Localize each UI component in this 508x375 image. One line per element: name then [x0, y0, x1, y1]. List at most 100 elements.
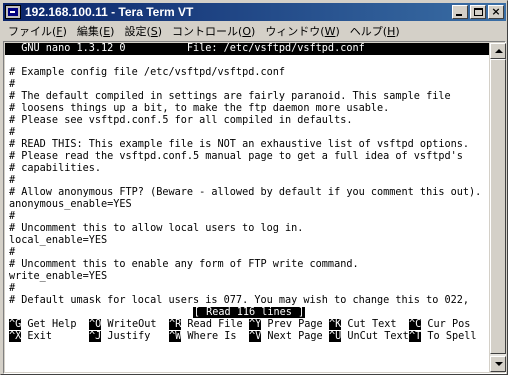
menu-window[interactable]: ウィンドウ(W) [260, 23, 344, 39]
teraterm-window: 192.168.100.11 - Tera Term VT × ファイル(F) … [0, 0, 508, 375]
shortcut-item: ^X Exit [9, 331, 89, 343]
shortcut-key: ^W [169, 331, 182, 342]
teraterm-app-icon[interactable] [5, 5, 21, 19]
scrollbar-thumb[interactable] [490, 59, 506, 354]
file-line [5, 55, 489, 67]
file-line: # Uncomment this to enable any form of F… [9, 259, 359, 270]
shortcut-key: ^T [409, 331, 422, 342]
shortcut-label: Where Is [181, 331, 237, 342]
menu-help[interactable]: ヘルプ(H) [345, 23, 405, 39]
shortcut-item: ^O WriteOut [89, 319, 169, 331]
shortcut-key: ^U [329, 331, 342, 342]
scroll-up-button[interactable] [490, 43, 506, 59]
vertical-scrollbar[interactable] [490, 43, 506, 372]
window-title: 192.168.100.11 - Tera Term VT [25, 5, 194, 19]
shortcut-label: Justify [101, 331, 151, 342]
close-button[interactable]: × [488, 5, 504, 19]
file-line: write_enable=YES [9, 271, 108, 282]
menu-control-label: コントロール( [172, 25, 243, 38]
shortcut-label: WriteOut [101, 319, 157, 330]
shortcut-item: ^U UnCut Text [329, 331, 409, 343]
file-line: # Default umask for local users is 077. … [9, 295, 470, 306]
shortcut-item: ^C Cur Pos [409, 319, 489, 331]
menu-window-label: ウィンドウ( [265, 25, 325, 38]
shortcut-row-1: ^G Get Help ^O WriteOut ^R Read File ^Y Pre… [5, 319, 489, 331]
shortcut-label: Prev Page [261, 319, 323, 330]
file-line: anonymous_enable=YES [9, 199, 132, 210]
maximize-button[interactable] [470, 5, 486, 19]
file-line: # [9, 175, 16, 186]
menu-setup[interactable]: 設定(S) [119, 23, 167, 39]
shortcut-key: ^G [9, 319, 22, 330]
file-line: # [9, 283, 16, 294]
shortcut-item: ^T To Spell [409, 331, 489, 343]
close-icon: × [491, 5, 501, 18]
file-line: # Please read the vsftpd.conf.5 manual p… [9, 151, 463, 162]
shortcut-label: Cur Pos [421, 319, 471, 330]
shortcut-item: ^R Read File [169, 319, 249, 331]
menu-control-suffix: ) [251, 25, 256, 38]
title-bar[interactable]: 192.168.100.11 - Tera Term VT × [3, 3, 506, 21]
menu-edit[interactable]: 編集(E) [72, 23, 120, 39]
maximize-icon [474, 8, 483, 16]
menu-help-label: ヘルプ( [349, 25, 388, 38]
shortcut-label: Next Page [261, 331, 323, 342]
file-line: # The default compiled in settings are f… [9, 91, 451, 102]
file-line: # Please see vsftpd.conf.5 for all compi… [9, 115, 353, 126]
shortcut-item: ^J Justify [89, 331, 169, 343]
shortcut-label: Exit [21, 331, 52, 342]
menu-setup-suffix: ) [157, 25, 163, 38]
menu-edit-label: 編集( [76, 25, 104, 38]
shortcut-key: ^V [249, 331, 262, 342]
menu-file-suffix: ) [62, 25, 67, 38]
status-message: [ Read 116 lines ] [192, 307, 306, 318]
menu-setup-key: S [150, 25, 158, 38]
menu-window-key: W [324, 25, 336, 38]
shortcut-item: ^W Where Is [169, 331, 249, 343]
minimize-button[interactable] [452, 5, 468, 19]
scroll-down-button[interactable] [490, 356, 506, 372]
shortcut-label: UnCut Text [341, 331, 409, 342]
arrow-up-icon [495, 49, 503, 53]
nano-status-line: [ Read 116 lines ] [5, 307, 489, 319]
shortcut-key: ^R [169, 319, 182, 330]
menu-control[interactable]: コントロール(O) [167, 23, 260, 39]
shortcut-label: Get Help [21, 319, 77, 330]
shortcut-key: ^O [89, 319, 102, 330]
shortcut-key: ^K [329, 319, 342, 330]
shortcut-key: ^J [89, 331, 102, 342]
menu-control-key: O [242, 25, 252, 38]
menu-help-suffix: ) [395, 25, 400, 38]
nano-header: GNU nano 1.3.12 0 File: /etc/vsftpd/vsft… [5, 43, 489, 55]
file-line: # Uncomment this to allow local users to… [9, 223, 304, 234]
file-line: # Example config file /etc/vsftpd/vsftpd… [9, 67, 286, 78]
file-line: # [9, 79, 16, 90]
menu-window-suffix: ) [335, 25, 340, 38]
menu-edit-suffix: ) [110, 25, 115, 38]
file-content[interactable]: # Example config file /etc/vsftpd/vsftpd… [5, 55, 489, 307]
shortcut-key: ^Y [249, 319, 262, 330]
file-line: # [9, 247, 16, 258]
terminal-screen[interactable]: GNU nano 1.3.12 0 File: /etc/vsftpd/vsft… [5, 43, 489, 372]
shortcut-key: ^C [409, 319, 422, 330]
menu-file-label: ファイル( [8, 25, 57, 38]
file-line: local_enable=YES [9, 235, 108, 246]
menu-file[interactable]: ファイル(F) [3, 23, 72, 39]
shortcut-item: ^G Get Help [9, 319, 89, 331]
shortcut-label: To Spell [421, 331, 477, 342]
file-line: # [9, 127, 16, 138]
menu-bar: ファイル(F) 編集(E) 設定(S) コントロール(O) ウィンドウ(W) ヘ… [3, 22, 506, 40]
terminal-frame: GNU nano 1.3.12 0 File: /etc/vsftpd/vsft… [3, 41, 506, 374]
shortcut-row-2: ^X Exit ^J Justify ^W Where Is ^V Next Page… [5, 331, 489, 343]
shortcut-item: ^K Cut Text [329, 319, 409, 331]
shortcut-key: ^X [9, 331, 22, 342]
shortcut-item: ^Y Prev Page [249, 319, 329, 331]
file-line: # capabilities. [9, 163, 102, 174]
window-controls: × [450, 5, 504, 19]
arrow-down-icon [495, 362, 503, 366]
shortcut-item: ^V Next Page [249, 331, 329, 343]
file-line: # loosens things up a bit, to make the f… [9, 103, 390, 114]
shortcut-label: Read File [181, 319, 243, 330]
file-line: # [9, 211, 16, 222]
minimize-icon [456, 14, 462, 16]
